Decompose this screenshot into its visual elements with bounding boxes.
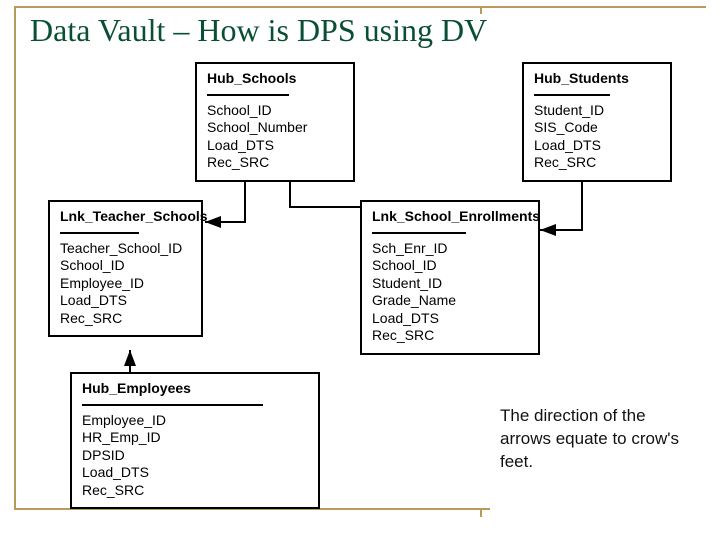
connector-schools-to-teacher — [205, 178, 245, 222]
entity-field: SIS_Code — [534, 119, 660, 137]
entity-separator — [372, 232, 466, 234]
entity-field: School_ID — [60, 257, 191, 275]
entity-hub-schools: Hub_Schools School_ID School_Number Load… — [195, 62, 355, 182]
entity-field: HR_Emp_ID — [82, 429, 308, 447]
entity-name: Hub_Schools — [207, 70, 343, 88]
entity-field: Student_ID — [534, 102, 660, 120]
entity-field: Load_DTS — [372, 310, 528, 328]
entity-field: Rec_SRC — [372, 327, 528, 345]
entity-field: Load_DTS — [82, 464, 308, 482]
entity-field: Load_DTS — [207, 137, 343, 155]
entity-field: Rec_SRC — [534, 154, 660, 172]
entity-field: Sch_Enr_ID — [372, 240, 528, 258]
entity-field: Grade_Name — [372, 292, 528, 310]
entity-name: Hub_Students — [534, 70, 660, 88]
entity-field: Rec_SRC — [207, 154, 343, 172]
entity-field: Employee_ID — [60, 275, 191, 293]
frame-tick-bottom — [480, 509, 482, 517]
entity-field: Teacher_School_ID — [60, 240, 191, 258]
entity-name: Lnk_Teacher_Schools — [60, 208, 191, 226]
entity-field: Rec_SRC — [82, 482, 308, 500]
entity-name: Lnk_School_Enrollments — [372, 208, 528, 226]
entity-separator — [82, 404, 263, 406]
entity-field: Load_DTS — [534, 137, 660, 155]
entity-field: School_ID — [372, 257, 528, 275]
page-title: Data Vault – How is DPS using DV — [30, 12, 487, 49]
entity-lnk-school-enrollments: Lnk_School_Enrollments Sch_Enr_ID School… — [360, 200, 540, 355]
entity-field: Rec_SRC — [60, 310, 191, 328]
entity-hub-employees: Hub_Employees Employee_ID HR_Emp_ID DPSI… — [70, 372, 320, 509]
entity-field: Student_ID — [372, 275, 528, 293]
entity-name: Hub_Employees — [82, 380, 308, 398]
entity-field: Load_DTS — [60, 292, 191, 310]
entity-field: DPSID — [82, 447, 308, 465]
entity-separator — [60, 232, 139, 234]
entity-field: Employee_ID — [82, 412, 308, 430]
frame-top — [14, 6, 706, 8]
entity-separator — [534, 94, 610, 96]
entity-hub-students: Hub_Students Student_ID SIS_Code Load_DT… — [522, 62, 672, 182]
entity-lnk-teacher-schools: Lnk_Teacher_Schools Teacher_School_ID Sc… — [48, 200, 203, 337]
connector-students-to-enrollments — [540, 178, 582, 230]
entity-field: School_ID — [207, 102, 343, 120]
note-arrows-crowsfeet: The direction of the arrows equate to cr… — [500, 405, 680, 474]
entity-field: School_Number — [207, 119, 343, 137]
frame-left — [14, 6, 16, 510]
entity-separator — [207, 94, 289, 96]
